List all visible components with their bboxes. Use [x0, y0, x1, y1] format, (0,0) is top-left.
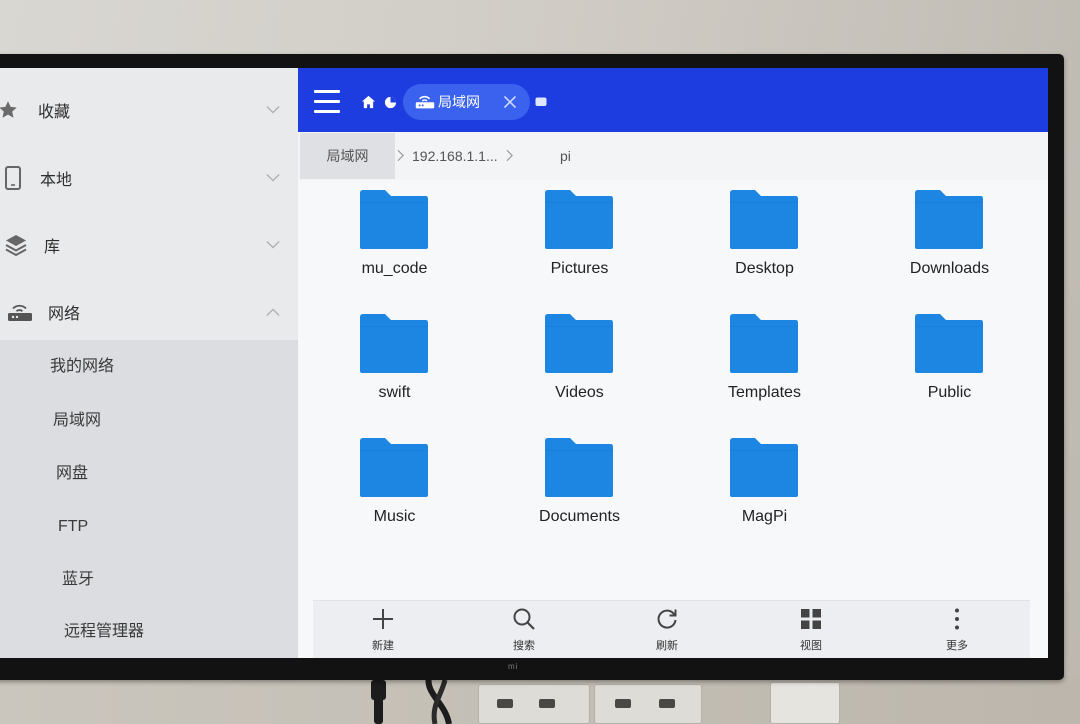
breadcrumb-item-current[interactable]: pi — [560, 132, 571, 180]
chevron-down-icon[interactable] — [266, 241, 280, 250]
folder-icon — [730, 190, 798, 249]
hamburger-icon[interactable] — [314, 90, 340, 113]
folder-icon — [545, 438, 613, 497]
folder-item[interactable]: Pictures — [487, 186, 672, 310]
folder-name: Documents — [539, 508, 620, 525]
folder-icon — [360, 438, 428, 497]
tab-label: 局域网 — [438, 94, 480, 110]
folder-name: swift — [378, 384, 411, 401]
sidebar-section-library[interactable]: 库 — [0, 217, 298, 273]
folder-item[interactable]: MagPi — [672, 434, 857, 558]
folder-name: mu_code — [361, 260, 428, 277]
toolbar-label: 刷新 — [656, 640, 678, 652]
sidebar-section-label: 库 — [44, 239, 61, 256]
toolbar-label: 视图 — [800, 640, 822, 652]
sidebar-section-label: 收藏 — [38, 104, 71, 121]
folder-item[interactable]: Public — [857, 310, 1042, 434]
power-plug — [371, 680, 386, 700]
main-panel: 局域网 局域网 192.168.1.1... pi mu_code Pictur… — [298, 68, 1048, 658]
folder-item[interactable]: swift — [302, 310, 487, 434]
folder-item[interactable]: Documents — [487, 434, 672, 558]
folder-icon — [545, 314, 613, 373]
layers-icon — [4, 233, 28, 257]
sidebar-section-label: 网络 — [48, 306, 81, 323]
search-button[interactable]: 搜索 — [464, 601, 584, 658]
folder-item[interactable]: Downloads — [857, 186, 1042, 310]
sidebar-section-favorites[interactable]: 收藏 — [0, 82, 298, 138]
folder-item[interactable]: Desktop — [672, 186, 857, 310]
toolbar-label: 新建 — [372, 640, 394, 652]
sidebar-item-ftp[interactable]: FTP — [58, 502, 88, 552]
folder-icon — [545, 190, 613, 249]
folder-item[interactable]: Music — [302, 434, 487, 558]
star-icon — [0, 99, 19, 121]
folder-name: Templates — [728, 384, 801, 401]
sidebar-item-remote-manager[interactable]: 远程管理器 — [64, 607, 144, 657]
sidebar-section-label: 本地 — [40, 172, 73, 189]
windows-icon[interactable] — [535, 97, 547, 107]
chevron-right-icon — [506, 149, 513, 162]
refresh-button[interactable]: 刷新 — [607, 601, 727, 658]
folder-icon — [915, 314, 983, 373]
toolbar-label: 搜索 — [513, 640, 535, 652]
sidebar-section-network[interactable]: 网络 — [0, 284, 298, 340]
chevron-right-icon — [397, 149, 404, 162]
folder-name: Music — [373, 508, 416, 525]
bottom-toolbar: 新建 搜索 刷新 视图 更多 — [313, 600, 1030, 658]
folder-name: Downloads — [909, 260, 990, 277]
sidebar: 收藏 本地 库 网络 我的网络 局域网 网盘 FTP 蓝牙 远程管理器 — [0, 68, 298, 658]
tab-lan[interactable]: 局域网 — [403, 84, 530, 120]
wall-outlet — [478, 684, 590, 724]
more-button[interactable]: 更多 — [897, 601, 1017, 658]
more-vertical-icon — [945, 607, 969, 631]
folder-icon — [360, 314, 428, 373]
sidebar-item-lan[interactable]: 局域网 — [53, 396, 101, 446]
folder-icon — [915, 190, 983, 249]
view-grid-icon — [799, 607, 823, 631]
network-submenu: 我的网络 局域网 网盘 FTP 蓝牙 远程管理器 — [0, 340, 298, 658]
folder-item[interactable]: mu_code — [302, 186, 487, 310]
folder-name: Pictures — [550, 260, 609, 277]
tv-screen: 收藏 本地 库 网络 我的网络 局域网 网盘 FTP 蓝牙 远程管理器 局域网 … — [0, 68, 1048, 658]
router-icon — [7, 302, 33, 322]
folder-item[interactable]: Templates — [672, 310, 857, 434]
folder-icon — [730, 438, 798, 497]
folder-item[interactable]: Videos — [487, 310, 672, 434]
folder-icon — [360, 190, 428, 249]
folder-name: Public — [927, 384, 972, 401]
sidebar-item-cloud-drive[interactable]: 网盘 — [56, 449, 88, 499]
toolbar-label: 更多 — [946, 640, 968, 652]
sidebar-section-local[interactable]: 本地 — [0, 150, 298, 206]
tv-brand-logo: mi — [508, 662, 519, 671]
top-bar: 局域网 — [298, 68, 1048, 132]
breadcrumb: 局域网 192.168.1.1... pi — [298, 132, 1048, 180]
breadcrumb-item[interactable]: 局域网 — [300, 133, 395, 179]
view-button[interactable]: 视图 — [751, 601, 871, 658]
sidebar-item-my-network[interactable]: 我的网络 — [50, 342, 114, 392]
phone-icon — [3, 165, 23, 191]
sidebar-item-bluetooth[interactable]: 蓝牙 — [62, 555, 94, 605]
chevron-down-icon[interactable] — [266, 174, 280, 183]
router-icon — [415, 93, 435, 110]
breadcrumb-item[interactable]: 192.168.1.1... — [412, 132, 498, 180]
wall-outlet — [594, 684, 702, 724]
home-icon[interactable] — [361, 95, 376, 109]
folder-name: Videos — [555, 384, 604, 401]
storage-icon[interactable] — [384, 96, 397, 109]
new-button[interactable]: 新建 — [323, 601, 443, 658]
search-icon — [512, 607, 536, 631]
refresh-icon — [655, 607, 679, 631]
folder-icon — [730, 314, 798, 373]
chevron-up-icon[interactable] — [266, 308, 280, 317]
close-icon[interactable] — [503, 95, 517, 109]
plus-icon — [371, 607, 395, 631]
chevron-down-icon[interactable] — [266, 106, 280, 115]
power-cable — [425, 676, 452, 724]
folder-name: Desktop — [735, 260, 794, 277]
folder-grid: mu_code Pictures Desktop Downloads swift… — [302, 186, 1042, 558]
folder-name: MagPi — [741, 508, 788, 525]
wall-outlet — [770, 682, 840, 724]
